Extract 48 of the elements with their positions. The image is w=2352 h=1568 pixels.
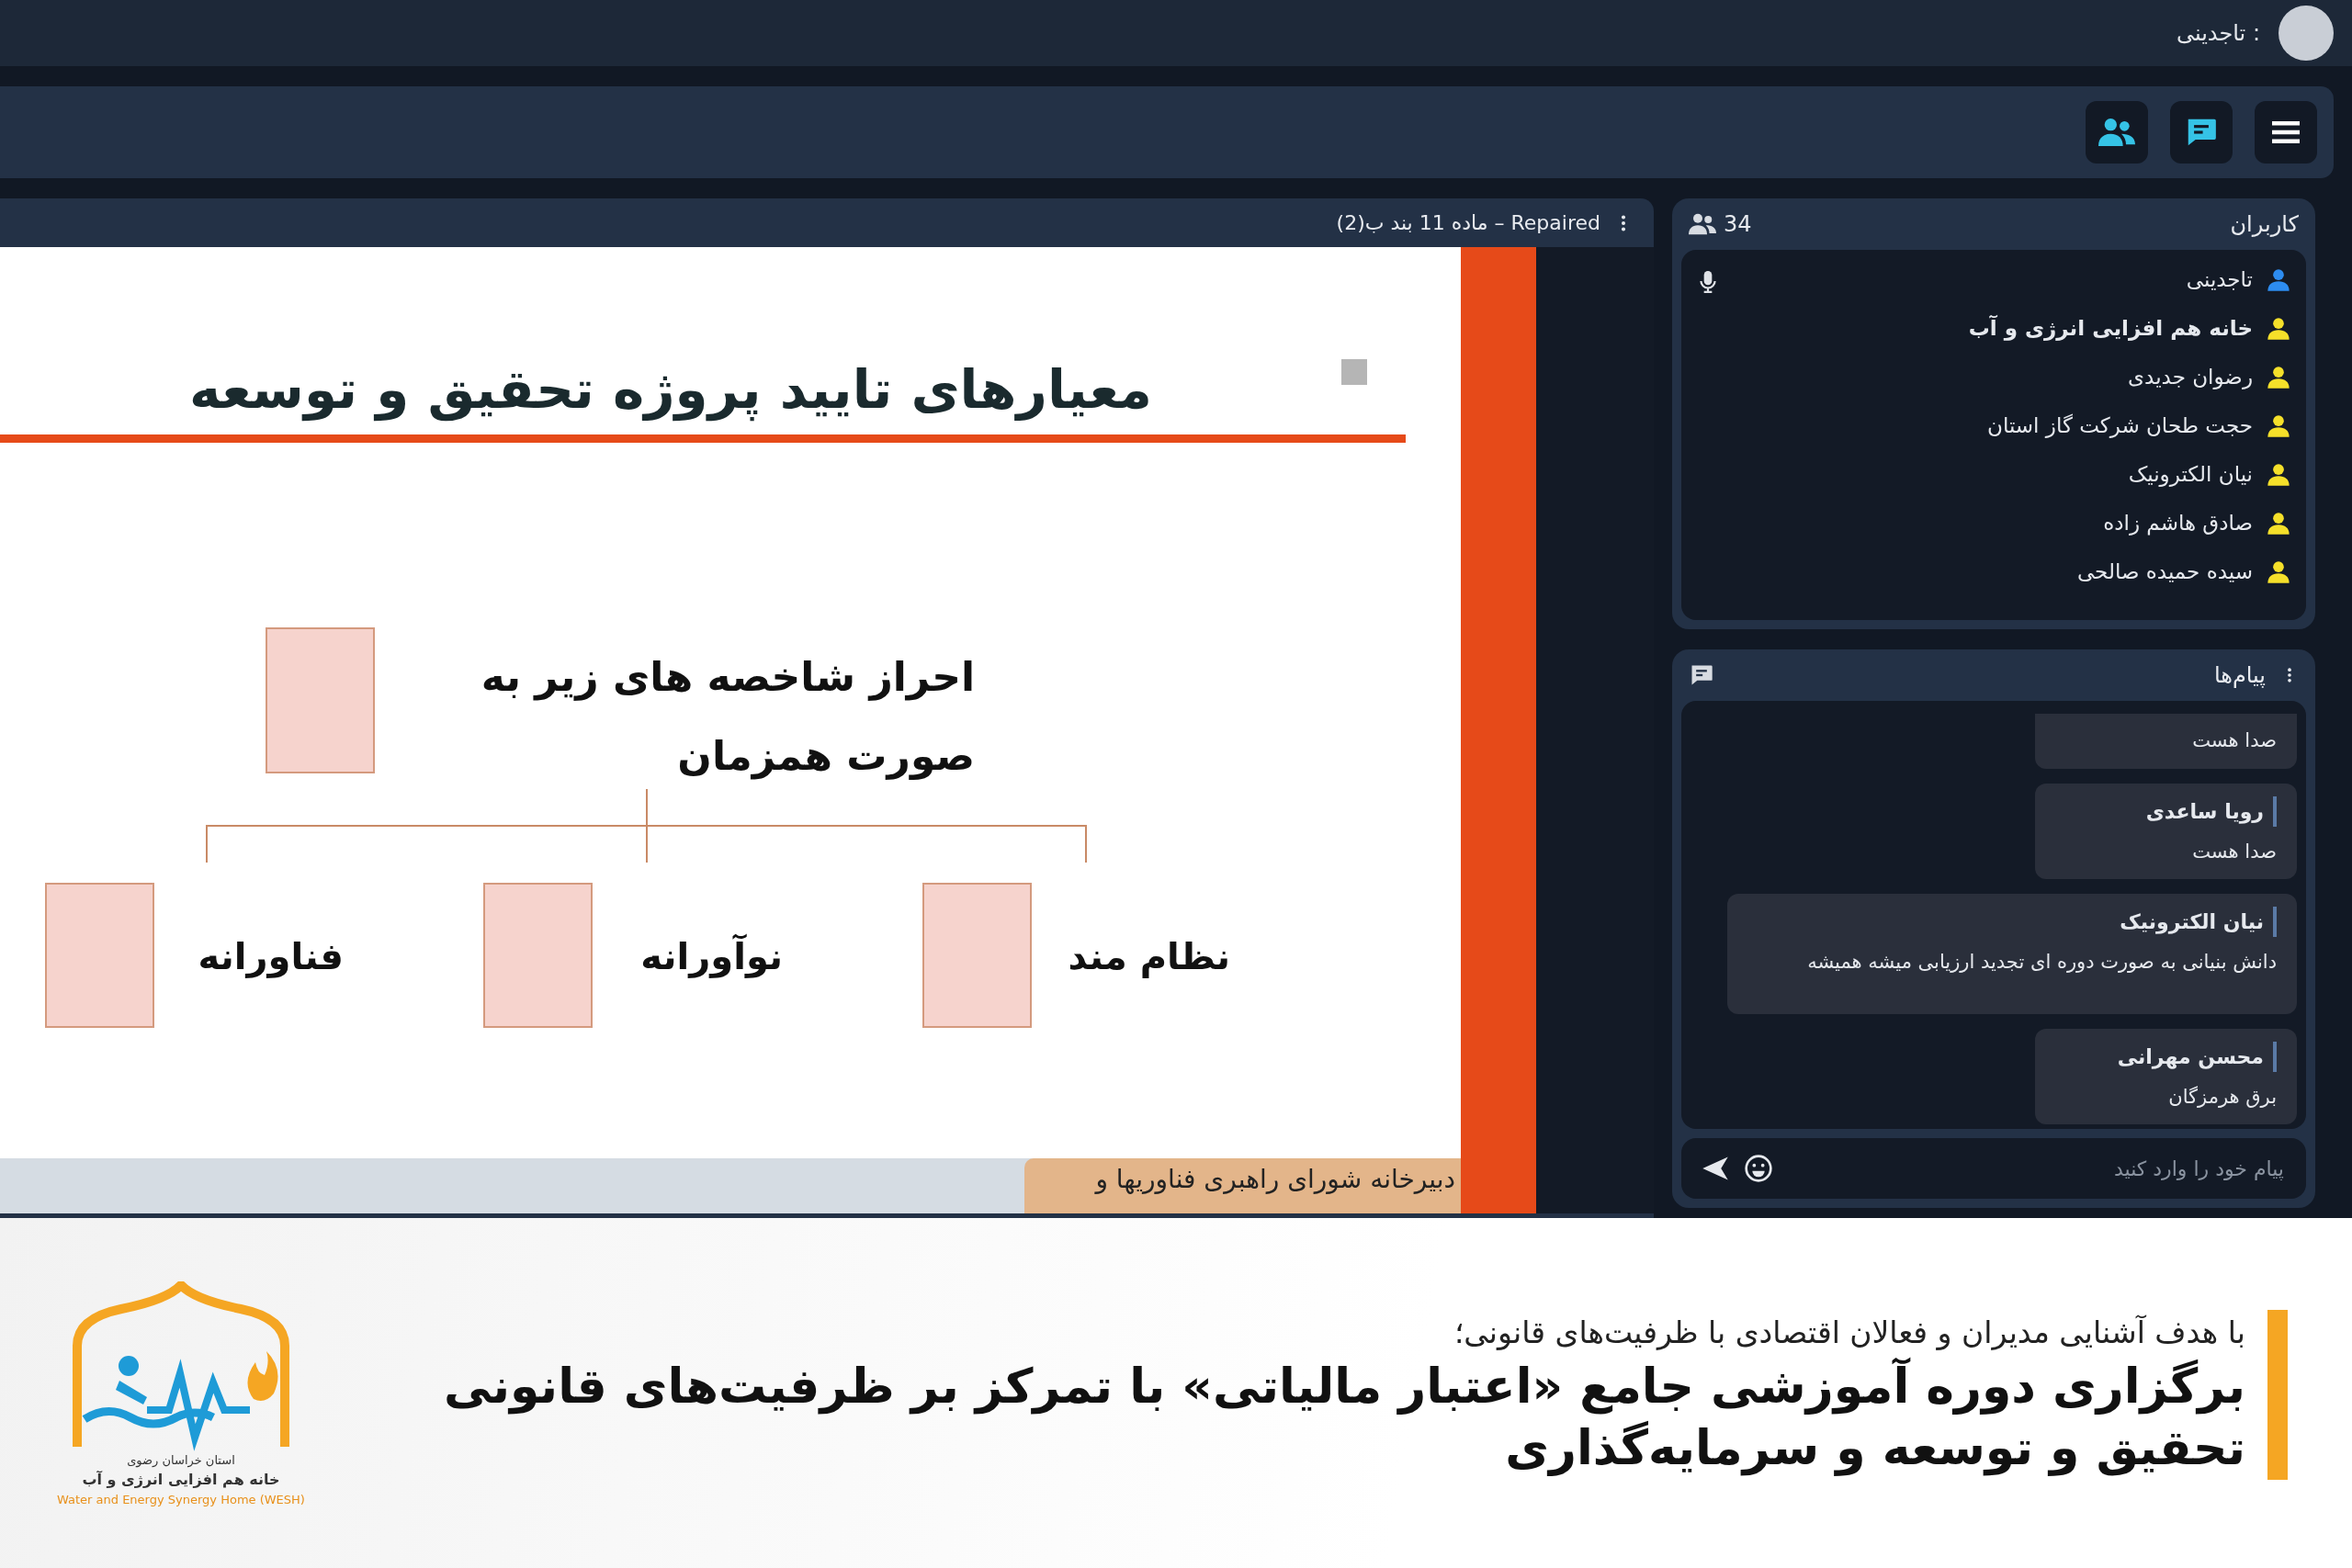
sender-name: رویا ساعدی: [2055, 795, 2277, 827]
message-text: صدا هست: [2191, 728, 2277, 753]
branch-label: نوآورانه: [640, 932, 783, 980]
panel-title: پیام‌ها: [2213, 661, 2266, 690]
chat-button[interactable]: [2170, 101, 2233, 164]
user-row[interactable]: حجت طحان شرکت گاز استان: [1720, 401, 2291, 450]
user-name: حجت طحان شرکت گاز استان: [1987, 412, 2253, 440]
user-name: تاجدینی :: [2176, 19, 2260, 48]
bullet-square: [1341, 359, 1367, 385]
sender-name: محسن مهرانی: [2055, 1041, 2277, 1072]
smiley-icon[interactable]: [1744, 1154, 1773, 1183]
user-row[interactable]: صادق هاشم زاده: [1720, 499, 2291, 547]
sender-name: نیان الکترونیک: [1747, 907, 2277, 937]
news-subtitle: با هدف آشنایی مدیران و فعالان اقتصادی با ظرفیت‌های قانونی؛: [1453, 1314, 2245, 1353]
message-text: برق هرمزگان: [2167, 1084, 2277, 1110]
footer-text: دبیرخانه شورای راهبری فناوریها و: [1024, 1158, 1461, 1213]
user-name: نیان الکترونیک: [2128, 461, 2253, 489]
diagram-text: احراز شاخصه های زیر به: [481, 652, 975, 703]
users-button[interactable]: [2086, 101, 2148, 164]
send-icon[interactable]: [1702, 1155, 1729, 1182]
news-headline: تحقیق و توسعه و سرمایه‌گذاری: [1504, 1419, 2245, 1478]
diagram-text: صورت همزمان: [677, 731, 975, 782]
user-name: تاجدینی: [2186, 266, 2253, 294]
panel-title: کاربران: [2230, 210, 2299, 239]
user-row[interactable]: تاجدینی: [1720, 255, 2291, 304]
branch-label: نظام مند: [1068, 934, 1230, 980]
user-row[interactable]: سیده حمیده صالحی: [1720, 547, 2291, 596]
logo-text: Water and Energy Synergy Home (WESH): [57, 1492, 305, 1508]
user-avatar[interactable]: [2278, 6, 2334, 61]
user-name: صادق هاشم زاده: [2103, 510, 2253, 537]
user-row[interactable]: رضوان جدیدی: [1720, 353, 2291, 401]
logo-text: خانه هم افزایی انرژی و آب: [82, 1470, 280, 1490]
menu-button[interactable]: [2255, 101, 2317, 164]
user-count: 34: [1724, 210, 1752, 239]
presentation-title: ماده 11 بند ب(2) – Repaired: [1336, 210, 1600, 236]
message-text: صدا هست: [2191, 839, 2277, 864]
user-name: خانه هم افزایی انرژی و آب: [1968, 314, 2253, 343]
news-headline: برگزاری دوره آموزشی جامع «اعتبار مالیاتی» با تمرکز بر ظرفیت‌های قانونی: [443, 1357, 2245, 1416]
logo-text: استان خراسان رضوی: [127, 1451, 235, 1469]
user-row[interactable]: خانه هم افزایی انرژی و آب: [1720, 304, 2291, 353]
user-name: سیده حمیده صالحی: [2076, 558, 2253, 586]
message-input[interactable]: پیام خود را وارد کنید: [1788, 1152, 2286, 1185]
message-text: دانش بنیانی به صورت دوره ای تجدید ارزیابی میشه همیشه: [1806, 950, 2277, 975]
user-row[interactable]: نیان الکترونیک: [1720, 450, 2291, 499]
user-name: رضوان جدیدی: [2128, 364, 2253, 391]
branch-label: فناورانه: [198, 934, 344, 980]
slide-title: معیارهای تایید پروژه تحقیق و توسعه: [187, 357, 1154, 423]
message-field[interactable]: پیام خود را وارد کنید: [1681, 1138, 2306, 1199]
